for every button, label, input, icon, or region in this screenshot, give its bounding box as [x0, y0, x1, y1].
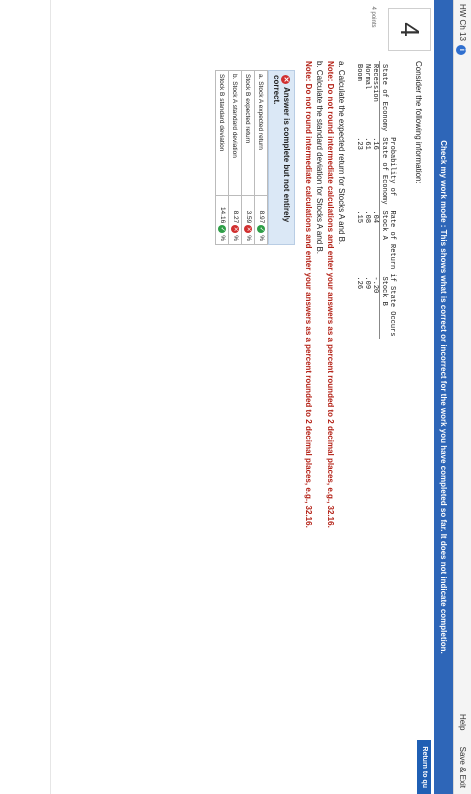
answer-label: Stock B expected return: [241, 70, 255, 196]
check-my-work-banner: Check my work mode : This shows what is …: [434, 0, 453, 794]
top-bar: HW Ch 13 i Help Save & Exit: [453, 0, 471, 794]
part-b-note: Note: Do not round intermediate calculat…: [304, 61, 313, 528]
x-icon: ✕: [231, 225, 239, 234]
table-cell: .23: [355, 137, 363, 150]
table-cell: Boom: [355, 64, 363, 81]
table-header-cell: [388, 61, 396, 134]
table-cell: .15: [355, 210, 363, 224]
check-icon: ✓: [257, 225, 265, 234]
table-cell: .16: [371, 137, 379, 150]
check-icon: ✓: [218, 225, 226, 234]
answer-status-text: Answer is complete but not entirely corr…: [272, 75, 291, 223]
answer-input[interactable]: 8.27✕%: [228, 195, 242, 245]
table-cell: .61: [363, 137, 371, 150]
answer-panel: ✕Answer is complete but not entirely cor…: [215, 70, 295, 245]
answer-label: b. Stock A standard deviation: [228, 70, 242, 196]
table-cell: Recession: [371, 64, 379, 102]
help-link[interactable]: Help: [458, 714, 467, 730]
unit-label: %: [258, 235, 265, 241]
answer-label: Stock B standard deviation: [215, 70, 229, 196]
question-content: Consider the following information: Prob…: [303, 61, 423, 761]
answer-table: a. Stock A expected return 8.97✓% Stock …: [215, 70, 268, 245]
table-cell: .09: [363, 276, 371, 290]
table-header-cell: State of Economy: [379, 134, 388, 208]
table-row: Stock B expected return 3.59✕%: [241, 70, 255, 245]
table-header-cell: Probability of: [388, 137, 396, 197]
top-actions: Help Save & Exit: [458, 700, 467, 788]
answer-input[interactable]: 14.16✓%: [215, 195, 229, 245]
answer-value: 14.16: [219, 206, 226, 224]
course-name: HW Ch 13: [458, 4, 467, 41]
table-cell: .04: [371, 210, 379, 224]
unit-label: %: [245, 235, 252, 241]
table-header-cell: Stock A: [379, 207, 388, 274]
prompt-text: Consider the following information:: [414, 61, 423, 184]
table-header-cell: Rate of Return if State Occurs: [388, 210, 396, 337]
table-row: Recession .16 .04 -.20: [371, 61, 380, 339]
question-number: 4: [388, 8, 431, 51]
divider: [50, 0, 51, 794]
table-cell: Normal: [363, 64, 371, 90]
part-a-text: a. Calculate the expected return for Sto…: [337, 61, 346, 245]
save-exit-button[interactable]: Save & Exit: [458, 747, 467, 788]
table-row: b. Stock A standard deviation 8.27✕%: [228, 70, 242, 245]
table-cell: .26: [355, 276, 363, 290]
unit-label: %: [219, 235, 226, 241]
points-label: 4 points: [370, 6, 376, 28]
probability-table: Probability of Rate of Return if State O…: [355, 61, 396, 340]
part-a-note: Note: Do not round intermediate calculat…: [326, 61, 335, 528]
table-header-cell: Stock B: [379, 273, 388, 340]
incorrect-icon: ✕: [281, 75, 290, 84]
table-row: Stock B standard deviation 14.16✓%: [215, 70, 229, 245]
answer-value: 8.97: [258, 210, 265, 224]
part-b-text: b. Calculate the standard deviation for …: [315, 61, 324, 255]
page: HW Ch 13 i Help Save & Exit Check my work…: [0, 0, 471, 794]
x-icon: ✕: [244, 225, 252, 234]
answer-input[interactable]: 8.97✓%: [254, 195, 268, 245]
answer-status-header: ✕Answer is complete but not entirely cor…: [268, 70, 295, 245]
answer-label: a. Stock A expected return: [254, 70, 268, 196]
table-cell: .08: [363, 210, 371, 224]
table-header-cell: State of Economy: [379, 61, 388, 135]
answer-value: 8.27: [232, 210, 239, 224]
course-title: HW Ch 13 i: [456, 4, 467, 55]
table-cell: -.20: [371, 276, 379, 294]
answer-input[interactable]: 3.59✕%: [241, 195, 255, 245]
table-row: Normal .61 .08 .09: [363, 61, 371, 339]
answer-value: 3.59: [245, 210, 252, 224]
table-row: Boom .23 .15 .26: [355, 61, 363, 339]
unit-label: %: [232, 235, 239, 241]
table-row: a. Stock A expected return 8.97✓%: [254, 70, 268, 245]
question-parts: a. Calculate the expected return for Sto…: [303, 61, 347, 761]
info-icon[interactable]: i: [456, 44, 466, 55]
